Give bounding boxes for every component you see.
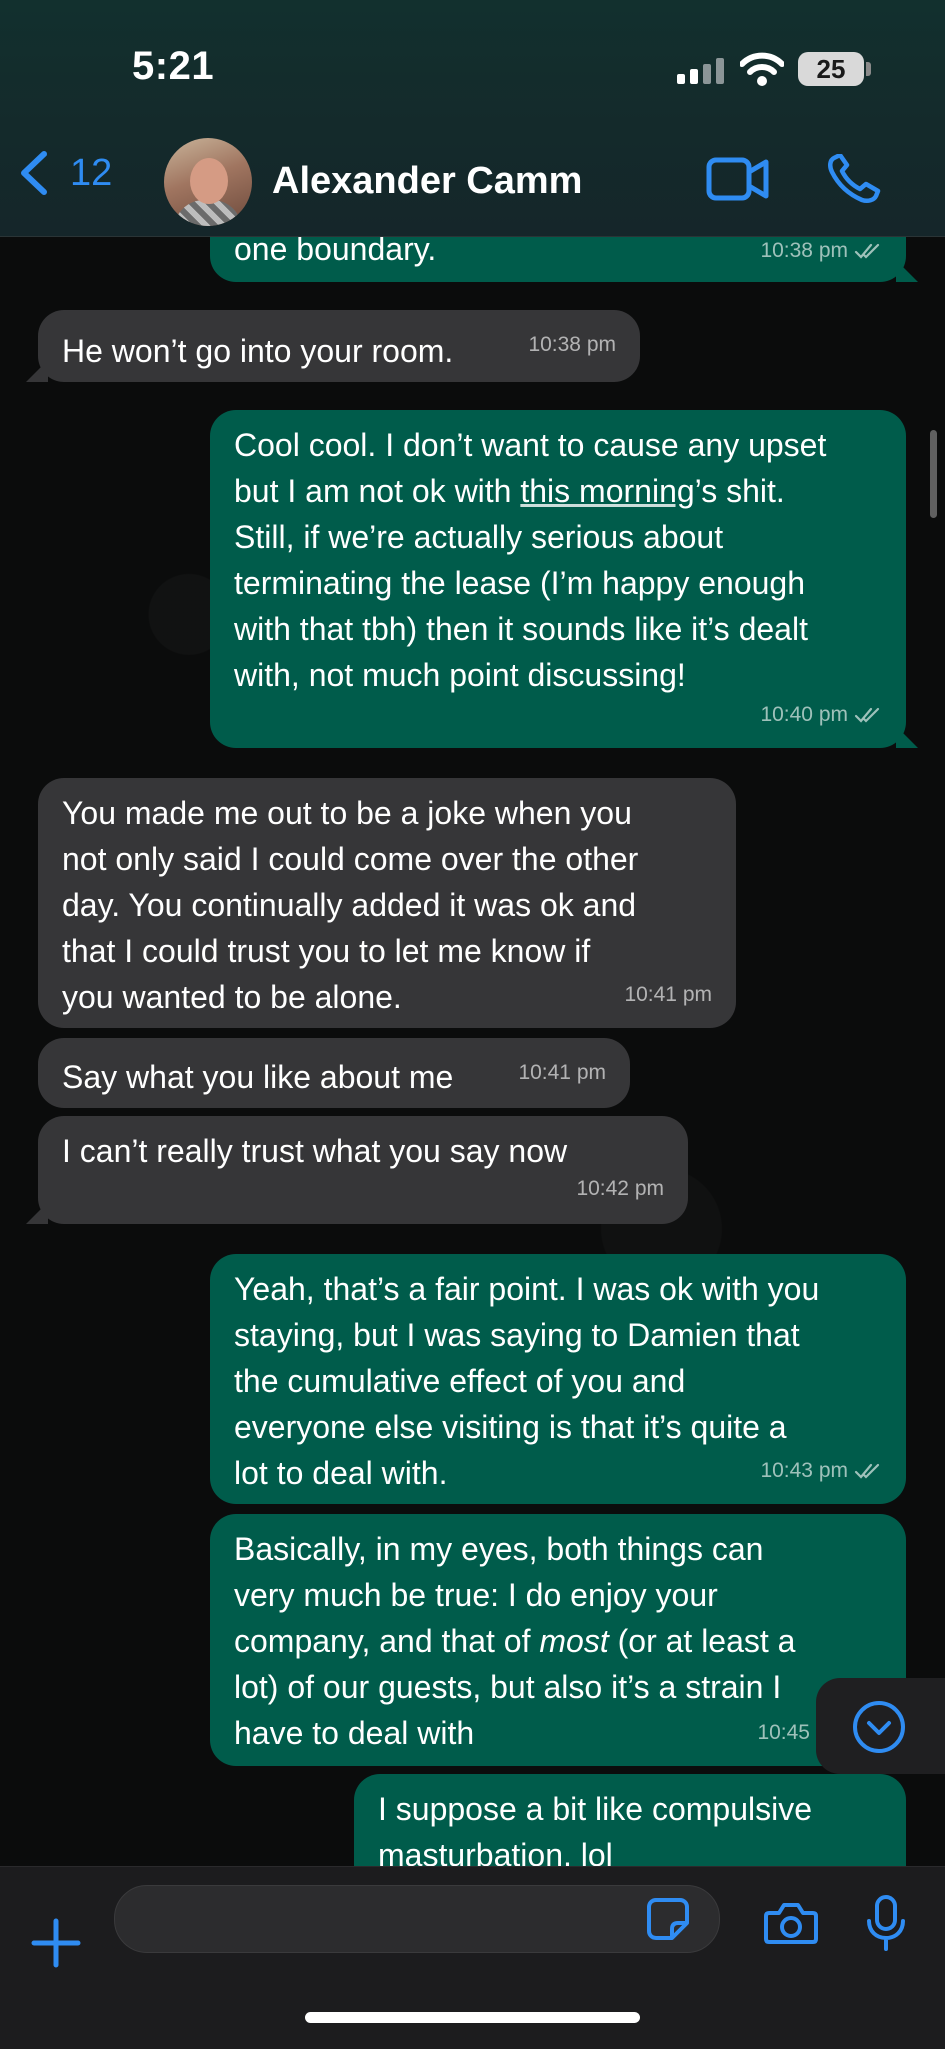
chat-header: 5:21 25 12 Alexander Camm — [0, 0, 945, 237]
message-bubble-incoming[interactable]: Say what you like about me 10:41 pm — [38, 1038, 630, 1108]
message-bubble-outgoing[interactable]: Cool cool. I don’t want to cause any ups… — [210, 410, 918, 748]
message-meta: 10:38 pm — [528, 322, 616, 368]
plus-icon[interactable] — [30, 1917, 82, 1969]
message-meta: 10:45 — [757, 1710, 810, 1756]
message-meta: 10:41 pm — [624, 972, 712, 1018]
video-call-icon[interactable] — [706, 156, 770, 202]
double-check-icon — [854, 1463, 880, 1479]
message-bubble-outgoing[interactable]: Yeah, that’s a fair point. I was ok with… — [210, 1254, 906, 1504]
message-text: You made me out to be a joke when you no… — [62, 795, 639, 1015]
message-time: 10:41 pm — [518, 1061, 606, 1084]
message-text: I can’t really trust what you say now — [62, 1133, 568, 1169]
camera-icon[interactable] — [764, 1901, 818, 1945]
status-time: 5:21 — [132, 44, 215, 88]
double-check-icon — [854, 243, 880, 259]
scroll-indicator[interactable] — [930, 430, 937, 518]
microphone-icon[interactable] — [866, 1895, 906, 1951]
message-time: 10:38 pm — [528, 333, 616, 356]
contact-avatar[interactable] — [164, 138, 252, 226]
message-text: Cool cool. I don’t want to cause any ups… — [234, 422, 882, 698]
unread-count: 12 — [70, 151, 113, 194]
message-bubble-outgoing[interactable]: Basically, in my eyes, both things can v… — [210, 1514, 918, 1766]
scroll-down-icon — [853, 1701, 905, 1753]
contact-name[interactable]: Alexander Camm — [272, 160, 582, 203]
double-check-icon — [854, 707, 880, 723]
home-indicator[interactable] — [305, 2012, 640, 2023]
message-meta: 10:40 pm — [760, 692, 882, 738]
message-time: 10:41 pm — [624, 983, 712, 1006]
message-meta: 10:43 pm — [760, 1448, 882, 1494]
wifi-icon — [740, 52, 784, 86]
message-bubble-incoming[interactable]: You made me out to be a joke when you no… — [38, 778, 736, 1028]
message-link[interactable]: this morning — [520, 473, 694, 509]
message-time: 10:45 — [757, 1721, 810, 1744]
message-emphasis: most — [539, 1623, 609, 1659]
message-bubble-incoming[interactable]: He won’t go into your room. 10:38 pm — [26, 310, 640, 382]
back-chevron-icon — [21, 151, 47, 195]
message-time: 10:40 pm — [760, 703, 848, 726]
back-button[interactable]: 12 — [18, 150, 112, 196]
sticker-icon[interactable] — [646, 1897, 690, 1941]
battery-nub — [866, 62, 871, 76]
cellular-signal-icon — [677, 58, 724, 84]
message-time: 10:43 pm — [760, 1459, 848, 1482]
message-time: 10:42 pm — [576, 1177, 664, 1200]
message-input[interactable] — [114, 1885, 720, 1953]
message-meta: 10:42 pm — [576, 1166, 664, 1212]
scroll-down-button[interactable] — [816, 1678, 945, 1774]
phone-icon[interactable] — [826, 154, 882, 204]
message-meta: 10:41 pm — [518, 1050, 606, 1096]
battery-indicator: 25 — [798, 52, 864, 86]
message-bubble-incoming[interactable]: I can’t really trust what you say now 10… — [26, 1116, 688, 1224]
